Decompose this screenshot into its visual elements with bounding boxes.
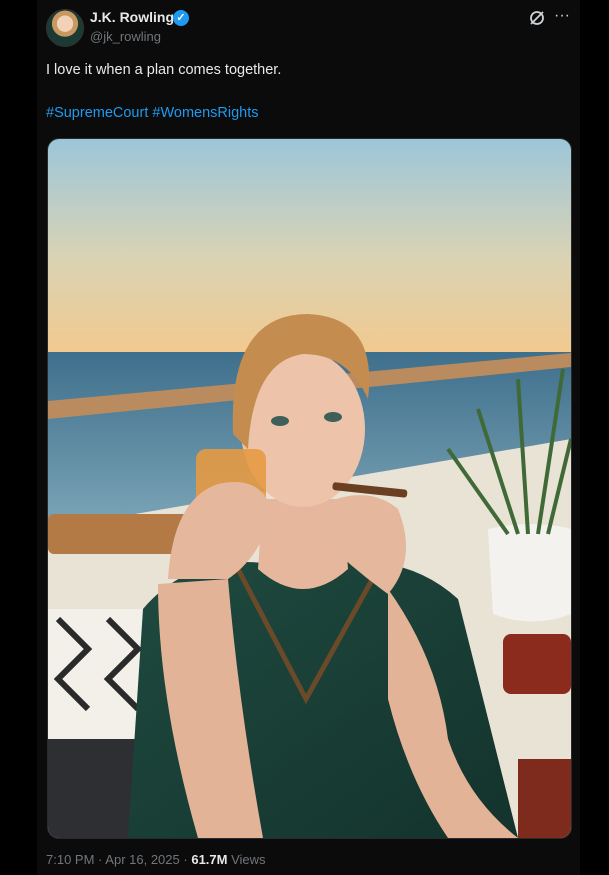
- meta-separator: ·: [183, 852, 188, 867]
- grok-icon[interactable]: [528, 9, 546, 27]
- tweet-photo[interactable]: [47, 138, 572, 839]
- views-label: Views: [231, 852, 266, 867]
- verified-badge-icon: ✓: [173, 10, 189, 26]
- tweet-time[interactable]: 7:10 PM: [46, 852, 94, 867]
- author-name[interactable]: J.K. Rowling: [90, 9, 174, 25]
- tweet-date[interactable]: Apr 16, 2025: [105, 852, 179, 867]
- hashtag-link[interactable]: #SupremeCourt: [46, 105, 148, 121]
- hashtag-link[interactable]: #WomensRights: [152, 105, 258, 121]
- avatar[interactable]: [46, 9, 84, 47]
- tweet-text: I love it when a plan comes together.: [46, 62, 282, 78]
- views-count: 61.7M: [191, 852, 228, 867]
- tweet-hashtags: #SupremeCourt #WomensRights: [46, 105, 259, 121]
- tweet-meta: 7:10 PM · Apr 16, 2025 · 61.7M Views: [46, 852, 266, 867]
- meta-separator: ·: [98, 852, 103, 867]
- author-handle[interactable]: @jk_rowling: [90, 29, 161, 44]
- more-options-icon[interactable]: ···: [553, 7, 571, 25]
